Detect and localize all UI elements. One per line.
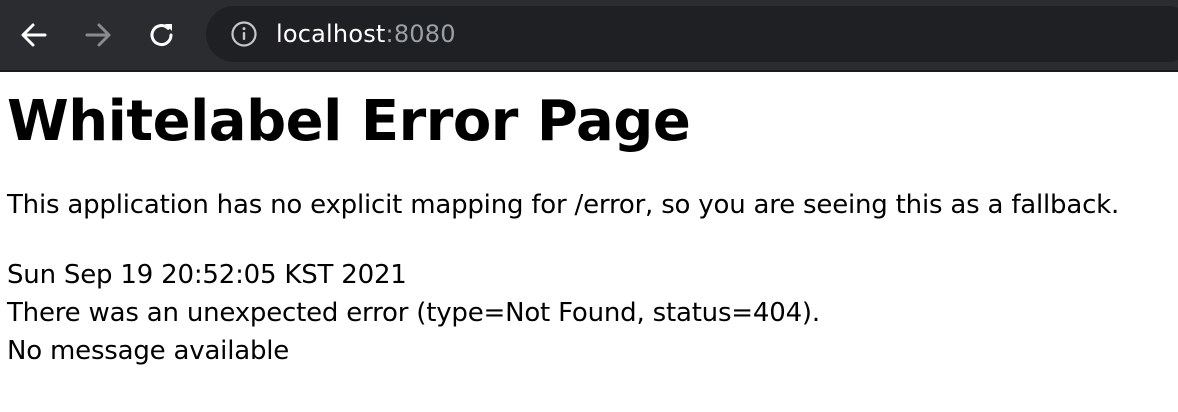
info-icon[interactable]: [230, 20, 258, 48]
url-host: localhost: [276, 20, 386, 48]
url-text[interactable]: localhost:8080: [276, 20, 456, 48]
reload-icon: [150, 24, 173, 47]
back-button[interactable]: [16, 17, 52, 53]
fallback-message: This application has no explicit mapping…: [7, 190, 1120, 220]
error-details: Sun Sep 19 20:52:05 KST 2021 There was a…: [7, 256, 1119, 370]
error-timestamp: Sun Sep 19 20:52:05 KST 2021: [7, 260, 407, 290]
page-content: Whitelabel Error Page This application h…: [7, 82, 1119, 370]
page-title: Whitelabel Error Page: [7, 89, 691, 154]
url-port: :8080: [385, 20, 456, 48]
arrow-left-icon: [21, 23, 47, 47]
error-type-status: There was an unexpected error (type=Not …: [7, 298, 820, 328]
address-bar[interactable]: localhost:8080: [206, 6, 1178, 62]
reload-button[interactable]: [144, 17, 180, 53]
error-message: No message available: [7, 336, 290, 366]
arrow-right-icon: [85, 23, 111, 47]
browser-toolbar: localhost:8080: [0, 0, 1178, 72]
forward-button[interactable]: [80, 17, 116, 53]
